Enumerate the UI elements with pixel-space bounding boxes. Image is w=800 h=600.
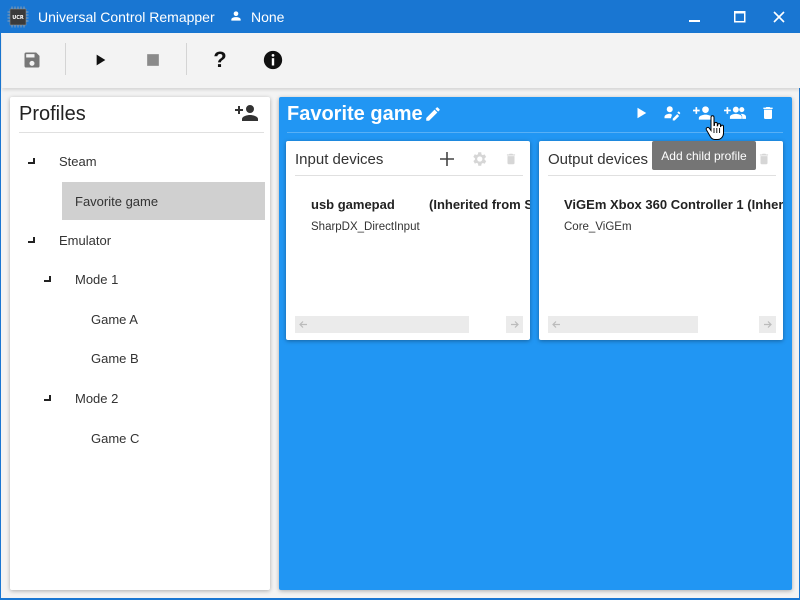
input-devices-card: Input devices usb gamepad (Inherited fro… (286, 141, 530, 340)
help-icon: ? (213, 47, 227, 72)
activate-button[interactable] (85, 45, 115, 75)
activate-profile-button[interactable] (629, 103, 653, 123)
tree-expand-toggle-icon[interactable] (28, 158, 35, 164)
gear-icon (473, 152, 487, 166)
remove-output-device-button[interactable] (754, 149, 774, 169)
close-button[interactable] (761, 0, 797, 33)
scroll-right-icon (511, 321, 519, 328)
card-divider (295, 175, 523, 176)
minimize-button[interactable] (677, 0, 713, 33)
tree-expand-toggle-icon[interactable] (28, 237, 35, 243)
profile-tree-item[interactable]: Mode 1 (75, 260, 265, 298)
delete-profile-button[interactable] (756, 103, 780, 123)
profile-title: Favorite game (287, 103, 423, 125)
profiles-panel: Profiles Steam Favorite game Emulator Mode … (10, 97, 270, 590)
profile-tree-item[interactable]: Game B (91, 339, 265, 377)
about-button[interactable] (258, 45, 288, 75)
app-title: Universal Control Remapper (38, 9, 215, 25)
toolbar-separator (186, 43, 187, 75)
profile-tree-item[interactable]: Favorite game (62, 182, 265, 220)
profile-tree-label: Game C (91, 430, 140, 446)
profile-tree-label: Mode 1 (75, 271, 119, 287)
profile-tree-item[interactable]: Mode 2 (75, 379, 265, 417)
edit-profile-user-button[interactable] (660, 103, 684, 123)
input-devices-title: Input devices (295, 151, 384, 168)
device-inherited-note: (Inherited from S (429, 197, 530, 212)
current-user-label[interactable]: None (251, 9, 284, 25)
delete-icon (763, 107, 773, 119)
maximize-button[interactable] (722, 0, 758, 33)
add-group-icon (724, 106, 746, 119)
hand-cursor-icon (705, 115, 724, 140)
close-icon (773, 10, 785, 23)
device-provider: Core_ViGEm (564, 221, 632, 233)
scroll-right-button[interactable] (759, 316, 776, 333)
profiles-title: Profiles (19, 103, 86, 125)
scroll-right-icon (764, 321, 772, 328)
output-devices-title: Output devices (548, 151, 649, 168)
scroll-right-button[interactable] (506, 316, 523, 333)
copy-profile-button[interactable] (723, 103, 747, 123)
save-icon (24, 52, 40, 68)
play-icon (637, 107, 647, 119)
output-devices-card: Output devices ViGEm Xbox 360 Controller… (539, 141, 783, 340)
profile-tree-item[interactable]: Game A (91, 300, 265, 338)
save-button[interactable] (17, 45, 47, 75)
app-logo-icon: UCR (7, 6, 29, 28)
tree-expand-toggle-icon[interactable] (44, 276, 51, 282)
main-toolbar: ? (2, 33, 800, 88)
profiles-divider (19, 132, 264, 133)
info-icon (263, 50, 283, 70)
horizontal-scrollbar-thumb[interactable] (295, 316, 469, 333)
profile-tree-label: Emulator (59, 232, 112, 248)
edit-pencil-icon (426, 107, 440, 121)
toolbar-separator (65, 43, 66, 75)
device-name: usb gamepad (311, 197, 395, 212)
maximize-icon (734, 10, 746, 22)
add-profile-button[interactable] (235, 103, 259, 123)
stop-icon (147, 54, 159, 66)
minimize-icon (689, 19, 700, 22)
horizontal-scrollbar-thumb[interactable] (548, 316, 698, 333)
profile-detail-panel: Favorite game Input devices usb gamepad … (279, 97, 792, 590)
profile-tree-label: Game A (91, 311, 138, 327)
remove-input-device-button[interactable] (501, 149, 521, 169)
help-button[interactable]: ? (205, 45, 235, 75)
user-icon[interactable] (229, 9, 243, 23)
profile-tree-label: Steam (59, 153, 97, 169)
delete-icon (506, 153, 516, 165)
play-icon (96, 54, 106, 66)
add-input-device-button[interactable] (437, 149, 457, 169)
scroll-left-icon[interactable] (548, 316, 565, 333)
device-provider: SharpDX_DirectInput (311, 221, 420, 233)
rename-profile-button[interactable] (424, 105, 442, 123)
add-user-icon (235, 105, 258, 121)
deactivate-button[interactable] (138, 45, 168, 75)
profile-tree-label: Game B (91, 350, 139, 366)
profile-tree-label: Mode 2 (75, 390, 119, 406)
profile-tree-item[interactable]: Emulator (59, 221, 265, 259)
device-name: ViGEm Xbox 360 Controller 1 (Inherit (564, 197, 783, 212)
delete-icon (759, 153, 769, 165)
tooltip: Add child profile (652, 141, 756, 170)
profile-tree-label: Favorite game (75, 193, 159, 209)
svg-text:UCR: UCR (12, 15, 24, 21)
profile-tree-item[interactable]: Steam (59, 142, 265, 180)
scroll-left-icon[interactable] (295, 316, 312, 333)
title-bar: UCR Universal Control Remapper None (1, 0, 800, 33)
profile-tree-item[interactable]: Game C (91, 419, 265, 457)
edit-user-icon (664, 106, 681, 121)
plus-icon (440, 152, 454, 166)
tree-expand-toggle-icon[interactable] (44, 395, 51, 401)
card-divider (548, 175, 776, 176)
input-device-settings-button[interactable] (469, 149, 489, 169)
